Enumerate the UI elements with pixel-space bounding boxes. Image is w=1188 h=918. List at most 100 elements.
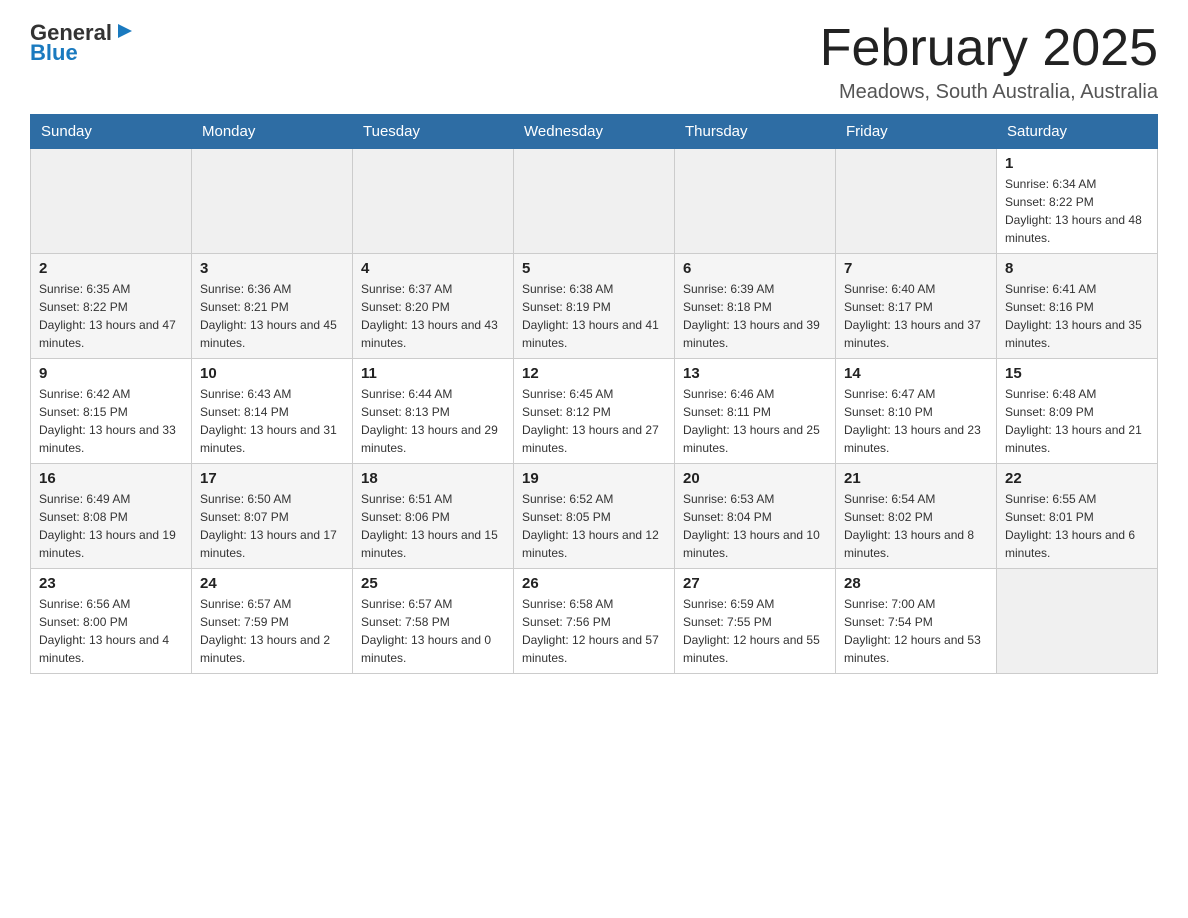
day-number: 12 <box>522 365 666 382</box>
day-number: 21 <box>844 470 988 487</box>
day-info: Sunrise: 6:51 AM Sunset: 8:06 PM Dayligh… <box>361 490 505 562</box>
day-number: 24 <box>200 575 344 592</box>
calendar-cell: 9Sunrise: 6:42 AM Sunset: 8:15 PM Daylig… <box>31 359 192 464</box>
day-info: Sunrise: 6:37 AM Sunset: 8:20 PM Dayligh… <box>361 280 505 352</box>
day-number: 2 <box>39 260 183 277</box>
calendar-cell: 11 Sunrise: 6:44 AM Sunset: 8:13 PM Dayli… <box>353 359 514 464</box>
day-number: 7 <box>844 260 988 277</box>
calendar-cell: 7 Sunrise: 6:40 AM Sunset: 8:17 PM Daylig… <box>836 254 997 359</box>
calendar-cell: 21 Sunrise: 6:54 AM Sunset: 8:02 PM Dayli… <box>836 464 997 569</box>
calendar-cell: 10 Sunrise: 6:43 AM Sunset: 8:14 PM Dayli… <box>192 359 353 464</box>
col-header-saturday: Saturday <box>997 115 1158 149</box>
day-info: Sunrise: 7:00 AM Sunset: 7:54 PM Dayligh… <box>844 595 988 667</box>
calendar-cell: 14 Sunrise: 6:47 AM Sunset: 8:10 PM Dayli… <box>836 359 997 464</box>
day-number: 14 <box>844 365 988 382</box>
day-number: 18 <box>361 470 505 487</box>
day-info: Sunrise: 6:59 AM Sunset: 7:55 PM Dayligh… <box>683 595 827 667</box>
calendar-cell: 6Sunrise: 6:39 AM Sunset: 8:18 PM Daylig… <box>675 254 836 359</box>
day-number: 11 <box>361 365 505 382</box>
calendar-cell: 4 Sunrise: 6:37 AM Sunset: 8:20 PM Daylig… <box>353 254 514 359</box>
calendar-cell <box>836 149 997 254</box>
calendar-row: 2 Sunrise: 6:35 AM Sunset: 8:22 PM Daylig… <box>31 254 1158 359</box>
day-number: 23 <box>39 575 183 592</box>
day-info: Sunrise: 6:58 AM Sunset: 7:56 PM Dayligh… <box>522 595 666 667</box>
day-number: 16 <box>39 470 183 487</box>
day-info: Sunrise: 6:44 AM Sunset: 8:13 PM Dayligh… <box>361 385 505 457</box>
calendar-cell: 3 Sunrise: 6:36 AM Sunset: 8:21 PM Daylig… <box>192 254 353 359</box>
month-title: February 2025 <box>820 20 1158 77</box>
day-info: Sunrise: 6:52 AM Sunset: 8:05 PM Dayligh… <box>522 490 666 562</box>
day-number: 28 <box>844 575 988 592</box>
day-number: 19 <box>522 470 666 487</box>
calendar-cell: 1 Sunrise: 6:34 AM Sunset: 8:22 PM Daylig… <box>997 149 1158 254</box>
day-info: Sunrise: 6:42 AM Sunset: 8:15 PM Dayligh… <box>39 385 183 457</box>
day-info: Sunrise: 6:38 AM Sunset: 8:19 PM Dayligh… <box>522 280 666 352</box>
col-header-tuesday: Tuesday <box>353 115 514 149</box>
day-info: Sunrise: 6:40 AM Sunset: 8:17 PM Dayligh… <box>844 280 988 352</box>
calendar-cell: 24 Sunrise: 6:57 AM Sunset: 7:59 PM Dayli… <box>192 569 353 674</box>
day-number: 10 <box>200 365 344 382</box>
day-number: 20 <box>683 470 827 487</box>
day-info: Sunrise: 6:49 AM Sunset: 8:08 PM Dayligh… <box>39 490 183 562</box>
day-info: Sunrise: 6:43 AM Sunset: 8:14 PM Dayligh… <box>200 385 344 457</box>
calendar-cell: 8 Sunrise: 6:41 AM Sunset: 8:16 PM Daylig… <box>997 254 1158 359</box>
calendar-cell: 20 Sunrise: 6:53 AM Sunset: 8:04 PM Dayli… <box>675 464 836 569</box>
day-info: Sunrise: 6:46 AM Sunset: 8:11 PM Dayligh… <box>683 385 827 457</box>
calendar-cell: 13 Sunrise: 6:46 AM Sunset: 8:11 PM Dayli… <box>675 359 836 464</box>
calendar-cell: 19 Sunrise: 6:52 AM Sunset: 8:05 PM Dayli… <box>514 464 675 569</box>
calendar-cell <box>514 149 675 254</box>
day-info: Sunrise: 6:55 AM Sunset: 8:01 PM Dayligh… <box>1005 490 1149 562</box>
calendar-cell: 2 Sunrise: 6:35 AM Sunset: 8:22 PM Daylig… <box>31 254 192 359</box>
day-info: Sunrise: 6:45 AM Sunset: 8:12 PM Dayligh… <box>522 385 666 457</box>
calendar-cell: 15Sunrise: 6:48 AM Sunset: 8:09 PM Dayli… <box>997 359 1158 464</box>
day-info: Sunrise: 6:41 AM Sunset: 8:16 PM Dayligh… <box>1005 280 1149 352</box>
day-info: Sunrise: 6:34 AM Sunset: 8:22 PM Dayligh… <box>1005 175 1149 247</box>
calendar-cell: 5 Sunrise: 6:38 AM Sunset: 8:19 PM Daylig… <box>514 254 675 359</box>
day-number: 8 <box>1005 260 1149 277</box>
logo: General Blue <box>30 20 136 66</box>
col-header-sunday: Sunday <box>31 115 192 149</box>
day-number: 27 <box>683 575 827 592</box>
title-block: February 2025 Meadows, South Australia, … <box>820 20 1158 104</box>
calendar-cell: 12 Sunrise: 6:45 AM Sunset: 8:12 PM Dayli… <box>514 359 675 464</box>
calendar-row: 9Sunrise: 6:42 AM Sunset: 8:15 PM Daylig… <box>31 359 1158 464</box>
day-number: 22 <box>1005 470 1149 487</box>
day-info: Sunrise: 6:39 AM Sunset: 8:18 PM Dayligh… <box>683 280 827 352</box>
day-number: 25 <box>361 575 505 592</box>
calendar-cell <box>192 149 353 254</box>
location-title: Meadows, South Australia, Australia <box>820 81 1158 104</box>
day-info: Sunrise: 6:54 AM Sunset: 8:02 PM Dayligh… <box>844 490 988 562</box>
day-info: Sunrise: 6:50 AM Sunset: 8:07 PM Dayligh… <box>200 490 344 562</box>
day-number: 1 <box>1005 155 1149 172</box>
calendar-row: 23Sunrise: 6:56 AM Sunset: 8:00 PM Dayli… <box>31 569 1158 674</box>
calendar-cell: 17Sunrise: 6:50 AM Sunset: 8:07 PM Dayli… <box>192 464 353 569</box>
day-info: Sunrise: 6:36 AM Sunset: 8:21 PM Dayligh… <box>200 280 344 352</box>
day-number: 5 <box>522 260 666 277</box>
calendar-cell: 16 Sunrise: 6:49 AM Sunset: 8:08 PM Dayli… <box>31 464 192 569</box>
day-number: 4 <box>361 260 505 277</box>
page-header: General Blue February 2025 Meadows, Sout… <box>30 20 1158 104</box>
day-number: 13 <box>683 365 827 382</box>
logo-arrow-icon <box>114 20 136 42</box>
day-number: 3 <box>200 260 344 277</box>
col-header-wednesday: Wednesday <box>514 115 675 149</box>
day-info: Sunrise: 6:57 AM Sunset: 7:59 PM Dayligh… <box>200 595 344 667</box>
day-info: Sunrise: 6:57 AM Sunset: 7:58 PM Dayligh… <box>361 595 505 667</box>
calendar-cell <box>31 149 192 254</box>
calendar-cell <box>675 149 836 254</box>
calendar-row: 16 Sunrise: 6:49 AM Sunset: 8:08 PM Dayli… <box>31 464 1158 569</box>
day-info: Sunrise: 6:53 AM Sunset: 8:04 PM Dayligh… <box>683 490 827 562</box>
calendar-cell: 25 Sunrise: 6:57 AM Sunset: 7:58 PM Dayli… <box>353 569 514 674</box>
calendar-header-row: SundayMondayTuesdayWednesdayThursdayFrid… <box>31 115 1158 149</box>
day-info: Sunrise: 6:35 AM Sunset: 8:22 PM Dayligh… <box>39 280 183 352</box>
col-header-friday: Friday <box>836 115 997 149</box>
calendar-cell <box>353 149 514 254</box>
calendar-cell <box>997 569 1158 674</box>
day-info: Sunrise: 6:48 AM Sunset: 8:09 PM Dayligh… <box>1005 385 1149 457</box>
calendar-cell: 27 Sunrise: 6:59 AM Sunset: 7:55 PM Dayli… <box>675 569 836 674</box>
calendar-cell: 23Sunrise: 6:56 AM Sunset: 8:00 PM Dayli… <box>31 569 192 674</box>
logo-blue-text: Blue <box>30 40 78 66</box>
day-info: Sunrise: 6:47 AM Sunset: 8:10 PM Dayligh… <box>844 385 988 457</box>
calendar-cell: 22 Sunrise: 6:55 AM Sunset: 8:01 PM Dayli… <box>997 464 1158 569</box>
col-header-thursday: Thursday <box>675 115 836 149</box>
